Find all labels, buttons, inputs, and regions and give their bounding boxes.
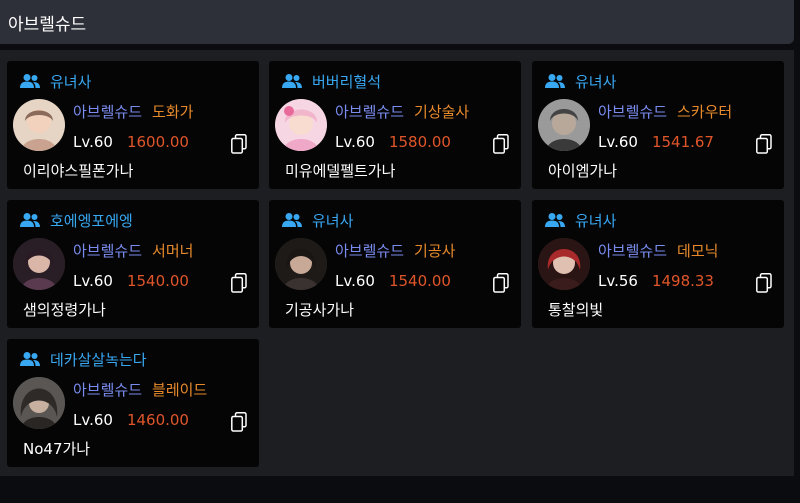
- users-icon: [282, 213, 302, 227]
- item-level: 1580.00: [388, 133, 451, 151]
- app-header: 아브렐슈드: [0, 0, 794, 44]
- group-row: 유녀사: [281, 209, 353, 231]
- character-card[interactable]: 호에엥포에엥 아브렐슈드 서머너 Lv.60 1540.00 샘의정령가나: [7, 200, 259, 328]
- class-name: 블레이드: [152, 380, 208, 399]
- avatar: [275, 238, 327, 290]
- server-name: 아브렐슈드: [598, 241, 668, 260]
- character-name: 기공사가나: [285, 300, 355, 319]
- character-name: 아이엠가나: [548, 161, 618, 180]
- group-name: 유녀사: [312, 211, 354, 230]
- users-icon: [20, 213, 40, 227]
- copy-icon[interactable]: [493, 134, 509, 154]
- avatar: [538, 99, 590, 151]
- item-level: 1600.00: [126, 133, 189, 151]
- server-name: 아브렐슈드: [335, 102, 405, 121]
- users-icon: [545, 74, 565, 88]
- class-name: 스카우터: [677, 102, 733, 121]
- server-name: 아브렐슈드: [335, 241, 405, 260]
- server-name: 아브렐슈드: [73, 102, 143, 121]
- group-row: 유녀사: [544, 70, 616, 92]
- avatar: [13, 377, 65, 429]
- group-name: 데카살살녹는다: [50, 350, 147, 369]
- level: Lv.60: [73, 272, 113, 290]
- level: Lv.60: [335, 133, 375, 151]
- page-title: 아브렐슈드: [8, 14, 87, 35]
- level: Lv.60: [73, 411, 113, 429]
- character-name: 미유에델펠트가나: [285, 161, 396, 180]
- class-name: 데모닉: [677, 241, 719, 260]
- character-card[interactable]: 버버리혈석 아브렐슈드 기상술사 Lv.60 1580.00 미유에델펠트가나: [269, 61, 521, 189]
- copy-icon[interactable]: [493, 273, 509, 293]
- group-row: 호에엥포에엥: [19, 209, 133, 231]
- group-name: 호에엥포에엥: [50, 211, 133, 230]
- copy-icon[interactable]: [231, 412, 247, 432]
- group-name: 유녀사: [50, 72, 92, 91]
- avatar: [538, 238, 590, 290]
- character-name: 통찰의빛: [548, 300, 604, 319]
- group-name: 버버리혈석: [312, 72, 382, 91]
- character-card[interactable]: 유녀사 아브렐슈드 도화가 Lv.60 1600.00 이리야스필폰가나: [7, 61, 259, 189]
- item-level: 1540.00: [126, 272, 189, 290]
- avatar: [275, 99, 327, 151]
- users-icon: [282, 74, 302, 88]
- item-level: 1540.00: [388, 272, 451, 290]
- users-icon: [20, 74, 40, 88]
- item-level: 1498.33: [651, 272, 714, 290]
- copy-icon[interactable]: [231, 134, 247, 154]
- class-name: 기상술사: [414, 102, 470, 121]
- level: Lv.60: [598, 133, 638, 151]
- character-name: 이리야스필폰가나: [23, 161, 134, 180]
- character-card[interactable]: 데카살살녹는다 아브렐슈드 블레이드 Lv.60 1460.00 No47가나: [7, 339, 259, 467]
- level: Lv.60: [335, 272, 375, 290]
- class-name: 도화가: [152, 102, 194, 121]
- group-row: 버버리혈석: [281, 70, 381, 92]
- character-card[interactable]: 유녀사 아브렐슈드 기공사 Lv.60 1540.00 기공사가나: [269, 200, 521, 328]
- character-card[interactable]: 유녀사 아브렐슈드 데모닉 Lv.56 1498.33 통찰의빛: [532, 200, 784, 328]
- server-name: 아브렐슈드: [73, 380, 143, 399]
- copy-icon[interactable]: [756, 273, 772, 293]
- copy-icon[interactable]: [231, 273, 247, 293]
- users-icon: [545, 213, 565, 227]
- users-icon: [20, 352, 40, 366]
- level: Lv.60: [73, 133, 113, 151]
- server-name: 아브렐슈드: [73, 241, 143, 260]
- character-name: No47가나: [23, 439, 91, 458]
- item-level: 1460.00: [126, 411, 189, 429]
- character-card[interactable]: 유녀사 아브렐슈드 스카우터 Lv.60 1541.67 아이엠가나: [532, 61, 784, 189]
- character-name: 샘의정령가나: [23, 300, 106, 319]
- avatar: [13, 99, 65, 151]
- class-name: 서머너: [152, 241, 194, 260]
- class-name: 기공사: [414, 241, 456, 260]
- copy-icon[interactable]: [756, 134, 772, 154]
- server-name: 아브렐슈드: [598, 102, 668, 121]
- item-level: 1541.67: [651, 133, 714, 151]
- avatar: [13, 238, 65, 290]
- group-row: 유녀사: [544, 209, 616, 231]
- group-row: 유녀사: [19, 70, 91, 92]
- group-row: 데카살살녹는다: [19, 348, 147, 370]
- level: Lv.56: [598, 272, 638, 290]
- group-name: 유녀사: [575, 211, 617, 230]
- group-name: 유녀사: [575, 72, 617, 91]
